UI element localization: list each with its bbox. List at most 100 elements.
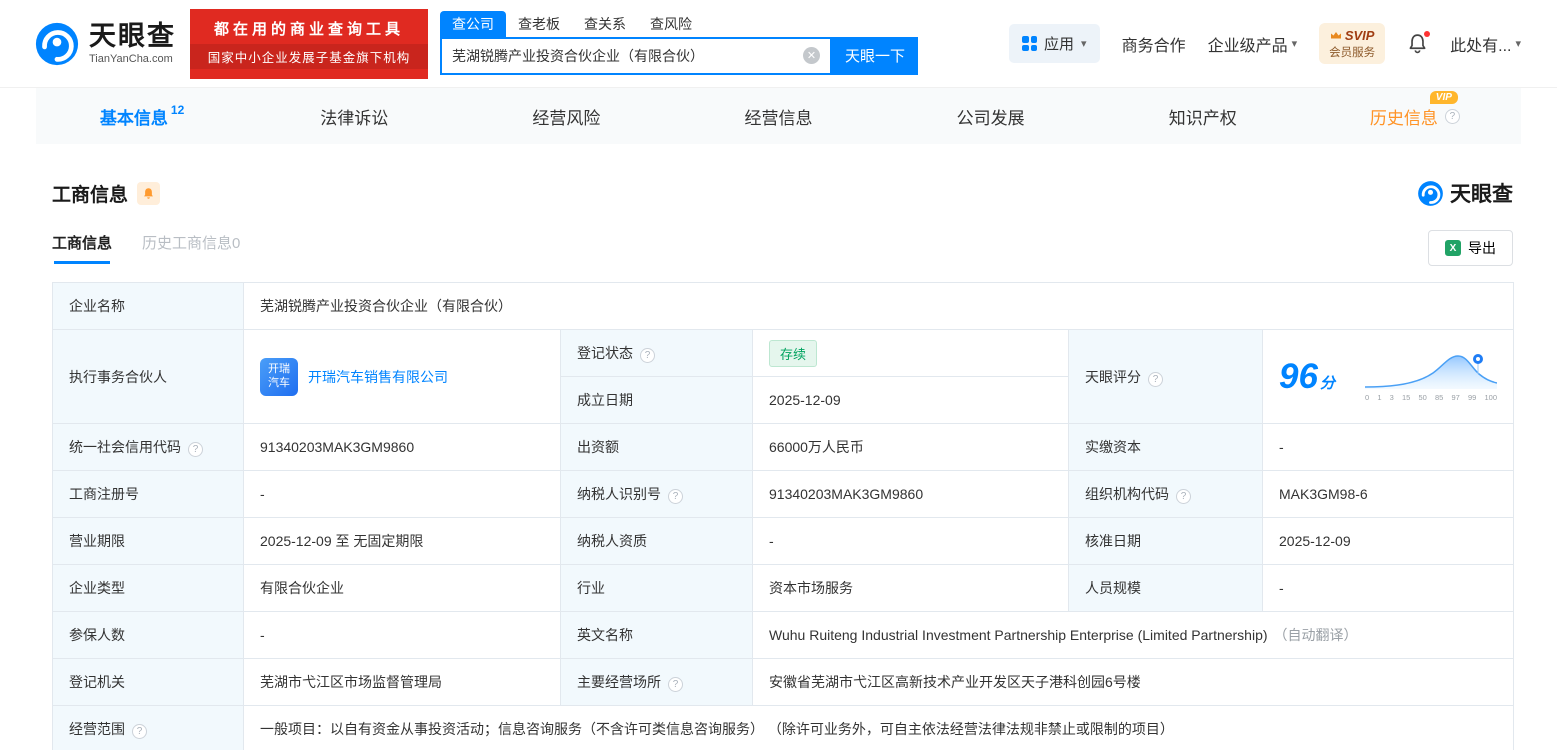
registration-status-value: 存续 <box>752 329 1069 377</box>
help-icon[interactable]: ? <box>132 724 147 739</box>
field-label: 工商注册号 <box>52 470 244 518</box>
export-button[interactable]: X 导出 <box>1428 230 1513 266</box>
subtab-current-info[interactable]: 工商信息 <box>52 232 112 264</box>
field-label: 企业类型 <box>52 564 244 612</box>
field-value: MAK3GM98-6 <box>1262 470 1514 518</box>
table-row: 企业名称 芜湖锐腾产业投资合伙企业（有限合伙） <box>52 282 1514 330</box>
tianyancha-logo-icon <box>35 22 79 65</box>
apps-label: 应用 <box>1044 36 1075 53</box>
monitor-bell-icon[interactable] <box>137 181 161 205</box>
partner-company-link[interactable]: 开瑞汽车销售有限公司 <box>308 367 448 387</box>
help-icon[interactable]: ? <box>1176 489 1191 504</box>
chevron-down-icon: ▾ <box>1291 38 1298 50</box>
field-label: 统一社会信用代码? <box>52 423 244 471</box>
executive-partner-cell: 开瑞 汽车 开瑞汽车销售有限公司 <box>243 329 561 424</box>
header-right: 应用 ▾ 商务合作 企业级产品 ▾ SVIP 会员服务 此处有... ▾ <box>1009 23 1521 64</box>
nav-enterprise-products[interactable]: 企业级产品 ▾ <box>1208 32 1298 56</box>
field-label: 营业期限 <box>52 517 244 565</box>
help-icon[interactable]: ? <box>188 442 203 457</box>
nav-more-menu[interactable]: 此处有... ▾ <box>1450 32 1521 56</box>
field-label: 人员规模 <box>1068 564 1263 612</box>
company-detail-tabs: 基本信息 12 法律诉讼 经营风险 经营信息 公司发展 知识产权 历史信息 VI… <box>36 88 1521 144</box>
apps-menu-button[interactable]: 应用 ▾ <box>1009 24 1100 63</box>
help-icon[interactable]: ? <box>668 489 683 504</box>
promo-banner-line2: 国家中小企业发展子基金旗下机构 <box>190 44 428 69</box>
field-value: 66000万人民币 <box>752 423 1069 471</box>
search-tab-company[interactable]: 查公司 <box>440 10 506 37</box>
field-value: 芜湖市弋江区市场监督管理局 <box>243 658 561 706</box>
table-row: 工商注册号 - 纳税人识别号? 91340203MAK3GM9860 组织机构代… <box>52 470 1514 518</box>
field-label: 登记状态? <box>560 329 753 377</box>
svip-title: SVIP <box>1344 28 1375 43</box>
search-area: 查公司 查老板 查关系 查风险 ✕ 天眼一下 <box>440 10 918 75</box>
field-value: 2025-12-09 <box>752 376 1069 424</box>
field-value: 有限合伙企业 <box>243 564 561 612</box>
help-icon[interactable]: ? <box>640 348 655 363</box>
search-tab-risk[interactable]: 查风险 <box>638 11 704 37</box>
logo-title: 天眼查 <box>89 21 176 52</box>
search-box: ✕ <box>440 36 832 75</box>
field-value: - <box>243 611 561 659</box>
search-tab-relation[interactable]: 查关系 <box>572 11 638 37</box>
search-tab-boss[interactable]: 查老板 <box>506 11 572 37</box>
search-button[interactable]: 天眼一下 <box>832 36 918 75</box>
search-input[interactable] <box>452 47 803 64</box>
section-header: 工商信息 天眼查 <box>52 178 1513 208</box>
table-row: 登记机关 芜湖市弋江区市场监督管理局 主要经营场所? 安徽省芜湖市弋江区高新技术… <box>52 658 1514 706</box>
english-name-value: Wuhu Ruiteng Industrial Investment Partn… <box>752 611 1514 659</box>
auto-translate-note: （自动翻译） <box>1273 627 1358 643</box>
promo-banner: 都在用的商业查询工具 国家中小企业发展子基金旗下机构 <box>190 8 428 79</box>
table-row: 执行事务合伙人 开瑞 汽车 开瑞汽车销售有限公司 登记状态? 存续 天眼评分? … <box>52 329 1514 424</box>
svip-membership-button[interactable]: SVIP 会员服务 <box>1319 23 1386 64</box>
field-label: 实缴资本 <box>1068 423 1263 471</box>
tab-legal-proceedings[interactable]: 法律诉讼 <box>248 88 460 144</box>
logo-subtitle: TianYanCha.com <box>89 52 173 65</box>
field-label: 组织机构代码? <box>1068 470 1263 518</box>
field-label: 成立日期 <box>560 376 753 424</box>
help-icon[interactable]: ? <box>668 677 683 692</box>
tianyan-score-cell: 96 分 0 1 3 15 50 85 97 99 100 <box>1262 329 1514 424</box>
clear-search-icon[interactable]: ✕ <box>803 47 820 64</box>
field-label: 核准日期 <box>1068 517 1263 565</box>
table-row: 企业类型 有限合伙企业 行业 资本市场服务 人员规模 - <box>52 564 1514 612</box>
apps-grid-icon <box>1022 36 1038 51</box>
tab-operating-risk[interactable]: 经营风险 <box>460 88 672 144</box>
table-row: 统一社会信用代码? 91340203MAK3GM9860 出资额 66000万人… <box>52 423 1514 471</box>
tab-basic-info[interactable]: 基本信息 12 <box>36 88 248 144</box>
svip-subtitle: 会员服务 <box>1329 47 1376 59</box>
field-label: 英文名称 <box>560 611 753 659</box>
field-label: 企业名称 <box>52 282 244 330</box>
help-icon[interactable]: ? <box>1148 371 1163 387</box>
tab-company-development[interactable]: 公司发展 <box>885 88 1097 144</box>
nav-business-cooperation[interactable]: 商务合作 <box>1122 32 1186 56</box>
field-label: 纳税人资质 <box>560 517 753 565</box>
tab-history-info[interactable]: 历史信息 VIP ? <box>1309 88 1521 144</box>
table-row: 参保人数 - 英文名称 Wuhu Ruiteng Industrial Inve… <box>52 611 1514 659</box>
field-label: 参保人数 <box>52 611 244 659</box>
table-row: 经营范围? 一般项目：以自有资金从事投资活动；信息咨询服务（不含许可类信息咨询服… <box>52 705 1514 750</box>
field-label: 经营范围? <box>52 705 244 750</box>
partner-logo: 开瑞 汽车 <box>260 357 298 396</box>
chevron-down-icon: ▾ <box>1081 38 1087 50</box>
field-label: 执行事务合伙人 <box>52 329 244 424</box>
tab-operating-info[interactable]: 经营信息 <box>672 88 884 144</box>
top-header: 天眼查 TianYanCha.com 都在用的商业查询工具 国家中小企业发展子基… <box>0 0 1557 88</box>
score-value: 96 分 <box>1279 356 1335 396</box>
field-label: 登记机关 <box>52 658 244 706</box>
vip-badge: VIP <box>1429 90 1458 104</box>
subtab-history-info[interactable]: 历史工商信息0 <box>142 232 240 264</box>
field-value: - <box>1262 423 1514 471</box>
field-value: 91340203MAK3GM9860 <box>243 423 561 471</box>
company-name-value: 芜湖锐腾产业投资合伙企业（有限合伙） <box>243 282 1514 330</box>
business-info-subtabs: 工商信息 历史工商信息0 X 导出 <box>52 230 1513 266</box>
business-scope-value: 一般项目：以自有资金从事投资活动；信息咨询服务（不含许可类信息咨询服务） （除许… <box>243 705 1514 750</box>
section-title: 工商信息 <box>52 184 129 206</box>
tab-basic-info-count: 12 <box>170 103 185 117</box>
field-value: 91340203MAK3GM9860 <box>752 470 1069 518</box>
tianyancha-logo-icon <box>1418 180 1443 206</box>
help-icon[interactable]: ? <box>1444 108 1460 124</box>
tab-intellectual-property[interactable]: 知识产权 <box>1097 88 1309 144</box>
tianyancha-logo[interactable]: 天眼查 TianYanCha.com <box>34 21 176 67</box>
chevron-down-icon: ▾ <box>1515 38 1521 50</box>
notifications-bell-icon[interactable] <box>1407 31 1431 54</box>
